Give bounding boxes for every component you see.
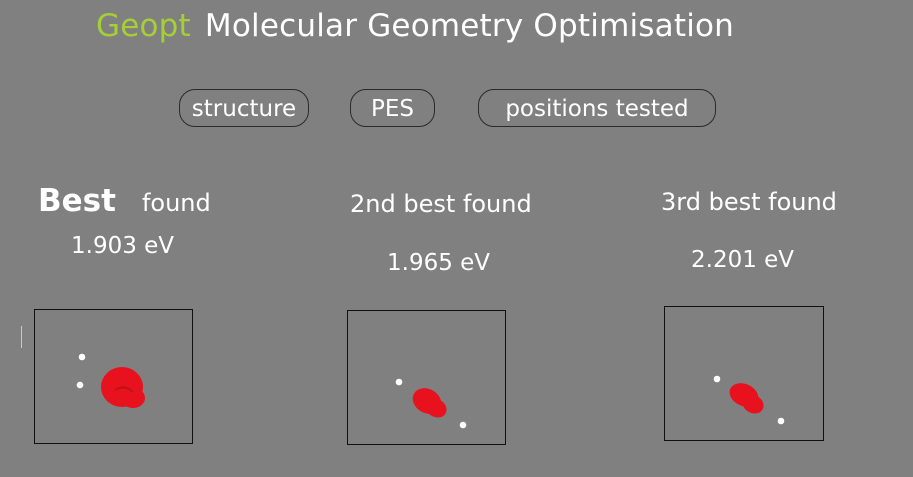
result-2-energy: 1.965 eV [387, 250, 491, 276]
result-1-heading-main: Best [38, 183, 116, 219]
result-1-heading: Best found [38, 183, 211, 219]
atom-cluster [412, 388, 447, 418]
result-1-structure-view [34, 309, 193, 444]
result-1-heading-rest: found [141, 189, 211, 217]
text-cursor [21, 326, 22, 348]
atom-point [395, 378, 403, 386]
result-1-energy: 1.903 eV [71, 233, 175, 259]
tab-positions-tested[interactable]: positions tested [478, 89, 716, 127]
result-2-heading: 2nd best found [350, 190, 532, 218]
result-3-energy: 2.201 eV [691, 247, 795, 273]
brand-name: Geopt [96, 8, 191, 44]
result-2-structure-view [347, 310, 506, 445]
result-3-structure-view [664, 306, 824, 441]
atom-cluster [729, 383, 764, 414]
app-title: Geopt Molecular Geometry Optimisation [96, 8, 734, 44]
atom-point [459, 421, 467, 429]
tab-pes[interactable]: PES [350, 89, 435, 127]
result-3-heading: 3rd best found [661, 188, 837, 216]
atom-point [76, 381, 84, 389]
atom-point [713, 375, 721, 383]
page-title: Molecular Geometry Optimisation [204, 8, 735, 44]
atom-point [777, 417, 785, 425]
tab-structure[interactable]: structure [179, 89, 309, 127]
atom-point [78, 353, 86, 361]
